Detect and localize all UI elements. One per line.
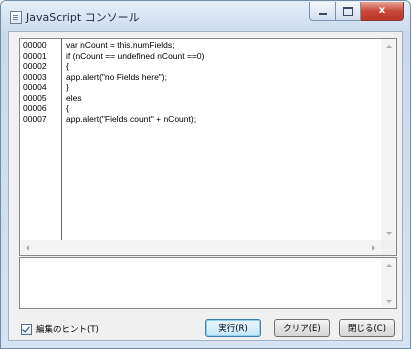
line-number: 00001 <box>23 50 47 61</box>
line-number: 00004 <box>23 82 47 92</box>
code-line[interactable]: { <box>66 61 381 72</box>
scrollbar-corner <box>381 240 396 255</box>
editor-horizontal-scrollbar[interactable] <box>20 240 381 255</box>
title-bar[interactable]: JavaScript コンソール x <box>1 1 410 31</box>
edit-hint-option[interactable]: 編集のヒント(T) <box>21 323 99 335</box>
code-line[interactable]: eles <box>66 93 381 104</box>
scroll-left-icon[interactable] <box>26 245 29 251</box>
output-text <box>20 258 396 262</box>
line-number: 00006 <box>23 103 47 113</box>
maximize-icon <box>343 6 353 16</box>
scroll-down-icon[interactable] <box>386 232 392 235</box>
line-number: 00000 <box>23 40 47 50</box>
scroll-right-icon[interactable] <box>372 245 375 251</box>
close-icon: x <box>378 5 386 16</box>
maximize-button[interactable] <box>336 2 361 21</box>
line-number: 00005 <box>23 92 47 103</box>
line-number-gutter: 00000 00001 00002 00003 00004 00005 0000… <box>20 39 62 240</box>
line-number: 00007 <box>23 113 47 124</box>
code-line[interactable]: { <box>66 103 381 114</box>
line-number: 00003 <box>23 71 47 82</box>
output-vertical-scrollbar[interactable] <box>381 258 396 308</box>
window-title: JavaScript コンソール <box>26 11 140 24</box>
close-button[interactable]: 閉じる(C) <box>339 319 395 337</box>
javascript-console-window: JavaScript コンソール x 00000 00001 00002 000… <box>0 0 411 349</box>
close-window-button[interactable]: x <box>361 2 404 21</box>
code-line[interactable]: app.alert("Fields count" + nCount); <box>66 114 381 125</box>
code-line[interactable]: var nCount = this.numFields; <box>66 40 381 51</box>
caption-buttons: x <box>309 2 404 21</box>
code-line[interactable]: if (nCount == undefined nCount ==0) <box>66 51 381 62</box>
dialog-footer: 編集のヒント(T) 実行(R) クリア(E) 閉じる(C) <box>9 316 402 340</box>
window-icon[interactable] <box>10 11 22 24</box>
console-client-area: 00000 00001 00002 00003 00004 00005 0000… <box>8 31 403 341</box>
run-button[interactable]: 実行(R) <box>205 319 261 337</box>
code-line[interactable]: app.alert("no Fields here"); <box>66 72 381 83</box>
editor-vertical-scrollbar[interactable] <box>381 39 396 240</box>
script-editor[interactable]: 00000 00001 00002 00003 00004 00005 0000… <box>19 38 397 256</box>
console-output[interactable] <box>19 257 397 309</box>
code-line[interactable]: } <box>66 82 381 93</box>
minimize-icon <box>318 13 327 15</box>
edit-hint-label[interactable]: 編集のヒント(T) <box>36 323 99 335</box>
code-text-area[interactable]: var nCount = this.numFields; if (nCount … <box>66 39 381 240</box>
edit-hint-checkbox[interactable] <box>21 323 32 335</box>
line-number: 00002 <box>23 61 47 71</box>
clear-button[interactable]: クリア(E) <box>274 319 330 337</box>
scroll-up-icon[interactable] <box>386 264 392 267</box>
scroll-down-icon[interactable] <box>386 300 392 303</box>
minimize-button[interactable] <box>309 2 336 21</box>
scroll-up-icon[interactable] <box>386 45 392 48</box>
